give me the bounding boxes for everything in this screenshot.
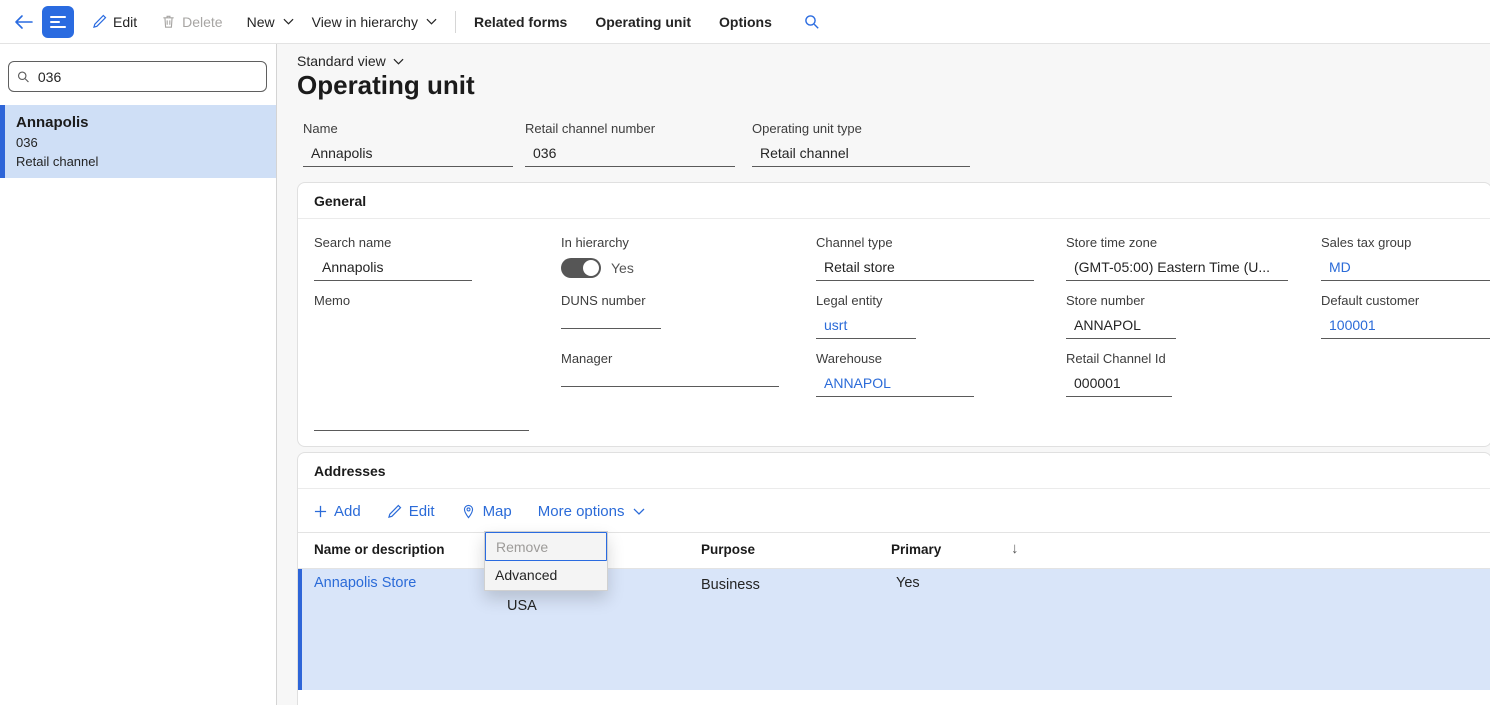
toolbar-divider [455, 11, 456, 33]
pencil-icon [92, 14, 107, 29]
trash-icon [161, 14, 176, 29]
sidebar-search-box[interactable] [8, 61, 267, 92]
address-name-link[interactable]: Annapolis Store [314, 575, 416, 591]
address-primary: Yes [896, 575, 920, 591]
field-default-customer: Default customer 100001 [1321, 293, 1490, 339]
field-channel-type: Channel type Retail store [816, 235, 1034, 281]
menu-item-advanced[interactable]: Advanced [485, 561, 607, 590]
record-list-panel: Annapolis 036 Retail channel [0, 44, 277, 705]
memo-input[interactable] [314, 314, 529, 431]
field-store-time-zone: Store time zone (GMT-05:00) Eastern Time… [1066, 235, 1288, 281]
addresses-toolbar: Add Edit Map More options [298, 490, 1490, 533]
chevron-down-icon [283, 18, 294, 25]
address-country: USA [507, 598, 537, 614]
field-retail-channel-id: Retail Channel Id 000001 [1066, 351, 1172, 397]
channel-type-input[interactable]: Retail store [816, 254, 1034, 281]
addresses-section-header[interactable]: Addresses [298, 453, 1490, 489]
list-item-title: Annapolis [16, 114, 264, 131]
field-legal-entity: Legal entity usrt [816, 293, 916, 339]
store-number-input[interactable]: ANNAPOL [1066, 312, 1176, 339]
toolbar-search-button[interactable] [804, 14, 820, 30]
back-button[interactable] [14, 14, 34, 30]
list-item-type: Retail channel [16, 153, 264, 172]
form-content: Standard view Operating unit Name Annapo… [277, 44, 1490, 705]
manager-input[interactable] [561, 370, 779, 387]
duns-number-input[interactable] [561, 312, 661, 329]
view-selector[interactable]: Standard view [297, 53, 404, 69]
field-manager: Manager [561, 351, 779, 387]
addresses-table-header: Name or description Purpose Primary ↓ [298, 533, 1490, 569]
retail-channel-id-input[interactable]: 000001 [1066, 370, 1172, 397]
map-pin-icon [461, 504, 476, 519]
operating-unit-type-input[interactable]: Retail channel [752, 140, 970, 167]
store-time-zone-input[interactable]: (GMT-05:00) Eastern Time (U... [1066, 254, 1288, 281]
delete-button: Delete [161, 14, 222, 30]
warehouse-link[interactable]: ANNAPOL [816, 370, 974, 397]
field-memo: Memo [314, 293, 529, 431]
chevron-down-icon [633, 508, 645, 515]
tab-related-forms[interactable]: Related forms [474, 14, 567, 30]
menu-item-remove: Remove [485, 532, 607, 561]
page-title: Operating unit [297, 70, 475, 101]
pencil-icon [387, 504, 402, 519]
in-hierarchy-toggle[interactable] [561, 258, 601, 278]
search-icon [17, 70, 30, 84]
column-header-purpose[interactable]: Purpose [701, 542, 755, 557]
in-hierarchy-value: Yes [611, 260, 634, 276]
tab-options[interactable]: Options [719, 14, 772, 30]
default-customer-link[interactable]: 100001 [1321, 312, 1490, 339]
map-button[interactable]: Map [461, 503, 512, 520]
field-duns-number: DUNS number [561, 293, 661, 329]
chevron-down-icon [426, 18, 437, 25]
column-header-primary[interactable]: Primary [891, 542, 941, 557]
menu-toggle-button[interactable] [42, 6, 74, 38]
search-name-input[interactable]: Annapolis [314, 254, 472, 281]
addresses-section: Addresses Add Edit Map More options [297, 452, 1490, 705]
sidebar-search-input[interactable] [36, 68, 258, 86]
search-icon [804, 14, 820, 30]
chevron-down-icon [393, 58, 404, 65]
back-arrow-icon [14, 14, 34, 30]
new-button[interactable]: New [247, 14, 294, 30]
field-in-hierarchy: In hierarchy Yes [561, 235, 721, 278]
app-window: Edit Delete New View in hierarchy Relate… [0, 0, 1490, 705]
address-row[interactable]: Annapolis Store USA Business Yes [298, 569, 1490, 690]
name-input[interactable]: Annapolis [303, 140, 513, 167]
more-options-menu: Remove Advanced [484, 531, 608, 591]
edit-address-button[interactable]: Edit [387, 503, 435, 520]
address-purpose: Business [701, 577, 760, 593]
field-name: Name Annapolis [303, 121, 513, 167]
more-options-button[interactable]: More options [538, 503, 646, 520]
add-address-button[interactable]: Add [314, 503, 361, 520]
general-section: General Search name Annapolis Memo In hi… [297, 182, 1490, 447]
edit-button[interactable]: Edit [92, 14, 137, 30]
list-item-annapolis[interactable]: Annapolis 036 Retail channel [0, 105, 276, 178]
tab-operating-unit[interactable]: Operating unit [595, 14, 691, 30]
legal-entity-link[interactable]: usrt [816, 312, 916, 339]
plus-icon [314, 505, 327, 518]
field-warehouse: Warehouse ANNAPOL [816, 351, 974, 397]
top-command-bar: Edit Delete New View in hierarchy Relate… [0, 0, 1490, 44]
field-sales-tax-group: Sales tax group MD [1321, 235, 1490, 281]
list-item-number: 036 [16, 134, 264, 153]
field-operating-unit-type: Operating unit type Retail channel [752, 121, 970, 167]
general-section-header[interactable]: General [298, 183, 1490, 219]
view-in-hierarchy-button[interactable]: View in hierarchy [312, 14, 437, 30]
column-header-name[interactable]: Name or description [314, 542, 445, 557]
retail-channel-number-input[interactable]: 036 [525, 140, 735, 167]
sort-descending-icon: ↓ [1011, 540, 1019, 557]
field-store-number: Store number ANNAPOL [1066, 293, 1176, 339]
sales-tax-group-link[interactable]: MD [1321, 254, 1490, 281]
field-search-name: Search name Annapolis [314, 235, 472, 281]
field-retail-channel-number: Retail channel number 036 [525, 121, 735, 167]
